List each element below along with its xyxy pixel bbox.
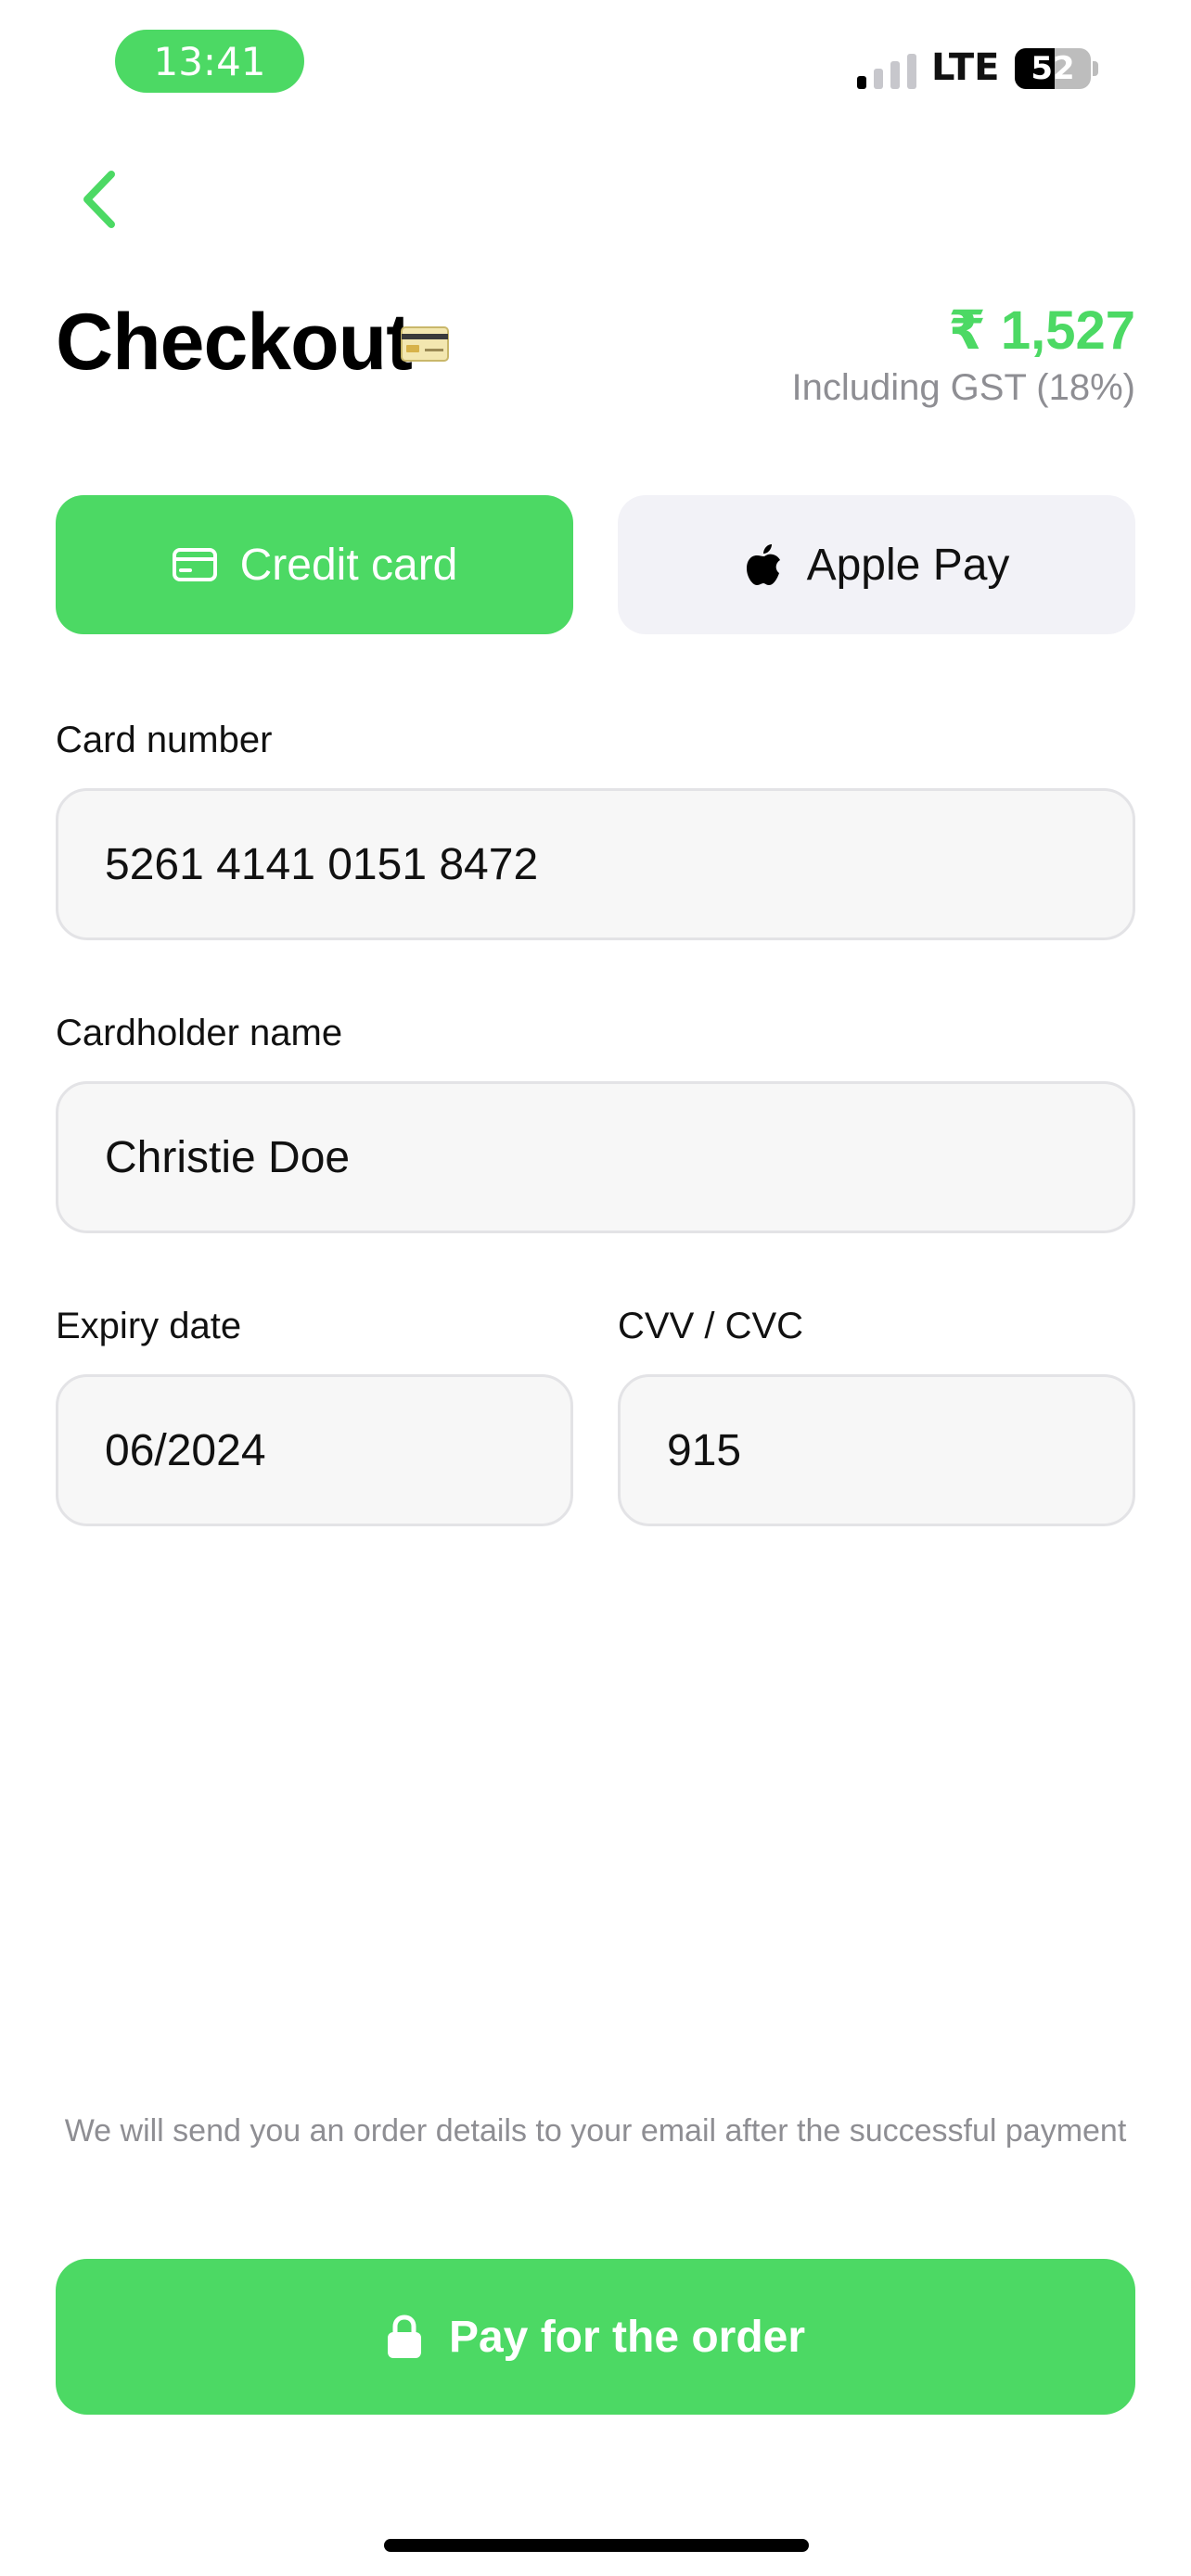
apple-logo-icon: [746, 544, 780, 585]
pay-button-label: Pay for the order: [448, 2312, 806, 2362]
expiry-date-field[interactable]: 06/2024: [56, 1374, 573, 1526]
tax-note: Including GST (18%): [791, 367, 1135, 408]
tab-apple-pay-label: Apple Pay: [806, 540, 1010, 590]
credit-card-emoji: [401, 326, 449, 362]
tab-credit-card-label: Credit card: [239, 540, 458, 590]
tab-apple-pay[interactable]: Apple Pay: [618, 495, 1135, 634]
battery-tip: [1093, 61, 1098, 76]
home-indicator[interactable]: [384, 2539, 809, 2552]
card-number-field[interactable]: 5261 4141 0151 8472: [56, 788, 1135, 940]
cvv-label: CVV / CVC: [618, 1306, 804, 1346]
order-total: ₹ 1,527: [948, 300, 1135, 361]
network-type: LTE: [931, 46, 1000, 89]
battery-level: 52: [1031, 50, 1075, 87]
credit-card-icon: [172, 548, 217, 581]
cardholder-name-field[interactable]: Christie Doe: [56, 1081, 1135, 1233]
expiry-date-label: Expiry date: [56, 1306, 242, 1346]
lock-icon: [387, 2315, 421, 2358]
chevron-left-icon: [83, 171, 115, 228]
status-time: 13:41: [115, 30, 304, 93]
back-button[interactable]: [76, 167, 122, 232]
cellular-signal-icon: [857, 52, 918, 89]
cardholder-name-label: Cardholder name: [56, 1013, 343, 1053]
card-number-label: Card number: [56, 720, 273, 760]
cvv-field[interactable]: 915: [618, 1374, 1135, 1526]
tab-credit-card[interactable]: Credit card: [56, 495, 573, 634]
page-title: Checkout: [56, 298, 413, 387]
battery-icon: 52: [1015, 48, 1091, 89]
email-notice: We will send you an order details to you…: [64, 2113, 1127, 2149]
pay-button[interactable]: Pay for the order: [56, 2259, 1135, 2415]
